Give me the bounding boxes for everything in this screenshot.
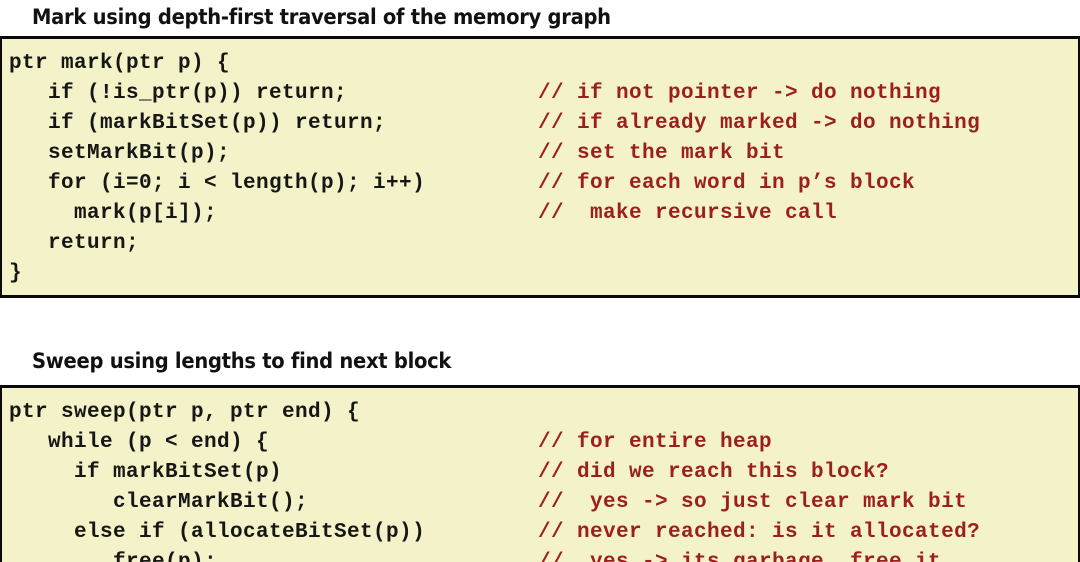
code-line-text: while (p < end) { bbox=[9, 431, 270, 454]
code-line-text: free(p); bbox=[9, 548, 217, 562]
code-line-comment: // for entire heap bbox=[538, 431, 773, 454]
code-line: free(p); // yes -> its garbage, free it bbox=[2, 548, 1078, 562]
section-heading-mark: Mark using depth-first traversal of the … bbox=[32, 5, 611, 29]
section-heading-sweep: Sweep using lengths to find next block bbox=[32, 349, 452, 373]
code-line: else if (allocateBitSet(p)) // never rea… bbox=[2, 518, 1078, 548]
code-line-comment: // yes -> its garbage, free it bbox=[538, 548, 941, 562]
code-line-text: else if (allocateBitSet(p)) bbox=[9, 521, 426, 544]
code-line-comment: // if not pointer -> do nothing bbox=[538, 82, 942, 105]
code-block-sweep: ptr sweep(ptr p, ptr end) { while (p < e… bbox=[0, 385, 1080, 562]
code-lines-mark: ptr mark(ptr p) { if (!is_ptr(p)) return… bbox=[2, 39, 1078, 289]
code-line-comment: // never reached: is it allocated? bbox=[538, 521, 981, 544]
code-line-comment: // make recursive call bbox=[538, 202, 838, 225]
code-line-text: ptr sweep(ptr p, ptr end) { bbox=[9, 401, 361, 424]
code-line: return; bbox=[2, 229, 1078, 259]
code-line-comment: // if already marked -> do nothing bbox=[538, 112, 981, 135]
code-line-comment: // yes -> so just clear mark bit bbox=[538, 491, 968, 514]
code-line-text: for (i=0; i < length(p); i++) bbox=[9, 172, 426, 195]
code-line-text: return; bbox=[9, 232, 140, 255]
code-lines-sweep: ptr sweep(ptr p, ptr end) { while (p < e… bbox=[2, 388, 1078, 562]
code-line: if (!is_ptr(p)) return; // if not pointe… bbox=[2, 79, 1078, 109]
code-block-mark: ptr mark(ptr p) { if (!is_ptr(p)) return… bbox=[0, 36, 1080, 298]
code-line: setMarkBit(p); // set the mark bit bbox=[2, 139, 1078, 169]
code-line-text: mark(p[i]); bbox=[9, 202, 218, 225]
code-line: ptr mark(ptr p) { bbox=[2, 49, 1078, 79]
code-line-text: if (!is_ptr(p)) return; bbox=[9, 82, 348, 105]
code-line-comment: // did we reach this block? bbox=[538, 461, 890, 484]
code-line-text: if markBitSet(p) bbox=[9, 461, 283, 484]
code-line-text: } bbox=[9, 262, 23, 285]
code-line-text: if (markBitSet(p)) return; bbox=[9, 112, 387, 135]
code-line: mark(p[i]); // make recursive call bbox=[2, 199, 1078, 229]
code-line: while (p < end) { // for entire heap bbox=[2, 428, 1078, 458]
code-line-text: setMarkBit(p); bbox=[9, 142, 231, 165]
code-line-comment: // set the mark bit bbox=[538, 142, 786, 165]
code-line: if markBitSet(p) // did we reach this bl… bbox=[2, 458, 1078, 488]
code-line: if (markBitSet(p)) return; // if already… bbox=[2, 109, 1078, 139]
code-line: } bbox=[2, 259, 1078, 289]
code-line: ptr sweep(ptr p, ptr end) { bbox=[2, 398, 1078, 428]
slide-canvas: Mark using depth-first traversal of the … bbox=[0, 0, 1080, 562]
code-line-comment: // for each word in p’s block bbox=[538, 172, 916, 195]
code-line: for (i=0; i < length(p); i++) // for eac… bbox=[2, 169, 1078, 199]
code-line-text: ptr mark(ptr p) { bbox=[9, 52, 231, 75]
code-line-text: clearMarkBit(); bbox=[9, 491, 309, 514]
code-line: clearMarkBit(); // yes -> so just clear … bbox=[2, 488, 1078, 518]
